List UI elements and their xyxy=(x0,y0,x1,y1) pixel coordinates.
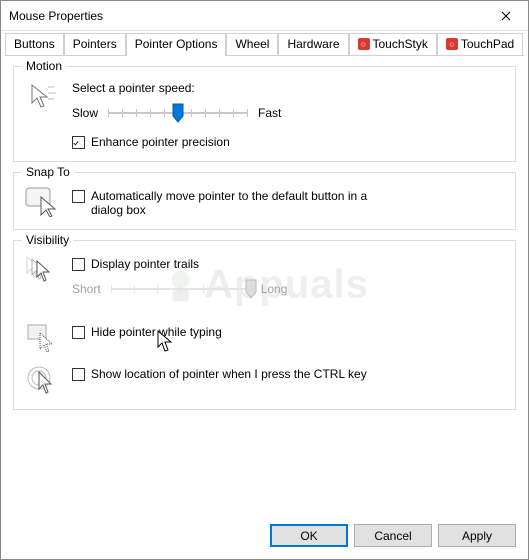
pointer-trails-checkbox[interactable] xyxy=(72,258,85,271)
pointer-trails-icon xyxy=(24,255,60,285)
pointer-trails-label: Display pointer trails xyxy=(91,257,199,271)
tab-pointers[interactable]: Pointers xyxy=(64,33,126,55)
group-motion: Motion Select a pointer speed: Slow xyxy=(13,66,516,162)
slow-label: Slow xyxy=(72,106,98,120)
fast-label: Fast xyxy=(258,106,281,120)
dialog-footer: OK Cancel Apply xyxy=(1,514,528,559)
tab-buttons[interactable]: Buttons xyxy=(5,33,64,55)
close-icon xyxy=(501,11,511,21)
group-snap-to-title: Snap To xyxy=(22,165,74,179)
snap-to-checkbox[interactable] xyxy=(72,190,85,203)
checkmark-icon xyxy=(73,138,79,148)
tab-hardware[interactable]: Hardware xyxy=(278,33,348,55)
tab-touchstyk[interactable]: ○TouchStyk xyxy=(349,33,437,55)
hide-typing-label: Hide pointer while typing xyxy=(91,325,222,339)
pointer-speed-slider[interactable] xyxy=(108,101,248,125)
snap-to-label: Automatically move pointer to the defaul… xyxy=(91,189,391,217)
enhance-precision-label: Enhance pointer precision xyxy=(91,135,230,149)
ok-button[interactable]: OK xyxy=(270,524,348,547)
mouse-properties-dialog: Mouse Properties Buttons Pointers Pointe… xyxy=(0,0,529,560)
snap-to-icon xyxy=(24,187,60,217)
enhance-precision-checkbox[interactable] xyxy=(72,136,85,149)
pointer-speed-icon xyxy=(24,81,60,113)
tab-wheel[interactable]: Wheel xyxy=(226,33,278,55)
tab-strip: Buttons Pointers Pointer Options Wheel H… xyxy=(1,31,528,55)
long-label: Long xyxy=(261,282,288,296)
group-visibility-title: Visibility xyxy=(22,233,73,247)
tab-touchpad[interactable]: ○TouchPad xyxy=(437,33,523,55)
synaptics-icon: ○ xyxy=(446,38,458,50)
pointer-speed-label: Select a pointer speed: xyxy=(72,81,505,95)
tab-pointer-options[interactable]: Pointer Options xyxy=(126,33,227,56)
hide-typing-icon xyxy=(24,323,60,353)
ctrl-locate-icon xyxy=(24,365,60,397)
group-snap-to: Snap To Automatically move pointer to th… xyxy=(13,172,516,230)
ctrl-locate-label: Show location of pointer when I press th… xyxy=(91,367,367,381)
window-title: Mouse Properties xyxy=(9,9,483,23)
group-motion-title: Motion xyxy=(22,59,66,73)
cancel-button[interactable]: Cancel xyxy=(354,524,432,547)
hide-typing-checkbox[interactable] xyxy=(72,326,85,339)
ctrl-locate-checkbox[interactable] xyxy=(72,368,85,381)
short-label: Short xyxy=(72,282,101,296)
titlebar: Mouse Properties xyxy=(1,1,528,31)
pointer-trails-slider xyxy=(111,277,251,301)
close-button[interactable] xyxy=(483,1,528,31)
synaptics-icon: ○ xyxy=(358,38,370,50)
group-visibility: Visibility Display pointer trails xyxy=(13,240,516,410)
tab-content: Appuals Motion Select a pointer speed: S… xyxy=(5,55,524,514)
apply-button[interactable]: Apply xyxy=(438,524,516,547)
